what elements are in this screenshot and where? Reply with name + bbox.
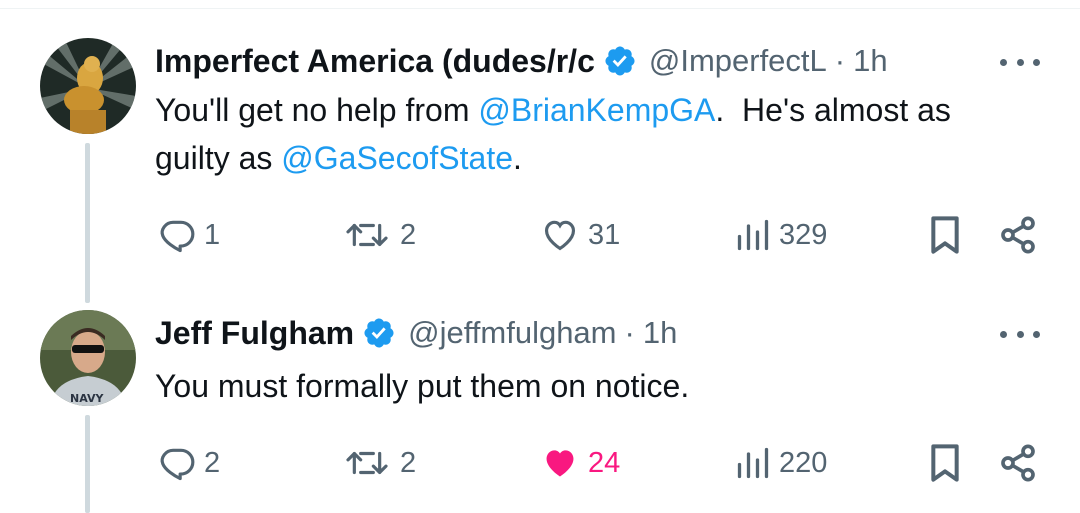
like-button[interactable]: 31: [540, 215, 620, 255]
reply-icon: [160, 448, 195, 481]
text-segment: . He's almost as: [715, 92, 951, 128]
tweet-1[interactable]: Imperfect America (dudes/r/c @ImperfectL…: [0, 0, 1080, 303]
like-button[interactable]: 24: [540, 443, 620, 483]
text-segment: .: [513, 140, 522, 176]
mention-link[interactable]: @GaSecofState: [281, 140, 513, 176]
tweet-text-line-1: You'll get no help from @BrianKempGA. He…: [155, 86, 951, 134]
timestamp[interactable]: 1h: [853, 43, 887, 79]
share-icon: [1001, 444, 1035, 482]
bookmark-icon: [931, 216, 959, 254]
display-name[interactable]: Jeff Fulgham: [155, 315, 354, 352]
reply-button[interactable]: 2: [158, 443, 220, 483]
avatar-shirt-text: NAVY: [70, 392, 104, 405]
share-button[interactable]: [998, 443, 1038, 483]
verified-icon[interactable]: [603, 44, 637, 78]
tweet-text-line-1: You must formally put them on notice.: [155, 362, 689, 410]
user-handle[interactable]: @jeffmfulgham: [408, 315, 616, 351]
display-name[interactable]: Imperfect America (dudes/r/c: [155, 43, 595, 80]
heart-icon: [544, 220, 576, 251]
like-count: 31: [588, 218, 621, 251]
analytics-icon: [737, 219, 769, 251]
verified-icon[interactable]: [362, 316, 396, 350]
more-options-icon[interactable]: [1000, 50, 1040, 74]
reply-count: 2: [204, 446, 221, 479]
repost-icon: [346, 223, 388, 247]
text-segment: guilty as: [155, 140, 282, 176]
avatar[interactable]: [40, 38, 136, 134]
text-segment: You must formally put them on notice.: [155, 368, 690, 404]
heart-filled-icon: [546, 450, 574, 477]
text-segment: You'll get no help from: [155, 92, 479, 128]
thread-line: [85, 143, 90, 303]
tweet-header: Imperfect America (dudes/r/c @ImperfectL…: [155, 36, 888, 86]
bookmark-button[interactable]: [928, 215, 962, 255]
bookmark-icon: [931, 444, 959, 482]
views-button[interactable]: 329: [735, 215, 827, 255]
tweet-2[interactable]: NAVY Jeff Fulgham @jeffmfulgham · 1h You…: [0, 300, 1080, 513]
reply-button[interactable]: 1: [158, 215, 220, 255]
tweet-text: You must formally put them on notice.: [155, 362, 689, 410]
thread-line: [85, 415, 90, 513]
avatar[interactable]: NAVY: [40, 310, 136, 406]
tweet-text: You'll get no help from @BrianKempGA. He…: [155, 86, 951, 182]
views-count: 329: [779, 218, 828, 251]
separator: ·: [624, 315, 635, 350]
user-handle[interactable]: @ImperfectL: [649, 43, 827, 79]
repost-count: 2: [400, 446, 417, 479]
reply-count: 1: [204, 218, 221, 251]
views-count: 220: [779, 446, 828, 479]
separator: ·: [834, 43, 846, 78]
tweet-header: Jeff Fulgham @jeffmfulgham · 1h: [155, 308, 677, 358]
repost-button[interactable]: 2: [342, 215, 416, 255]
analytics-icon: [737, 447, 769, 479]
share-icon: [1001, 216, 1035, 254]
repost-count: 2: [400, 218, 417, 251]
repost-button[interactable]: 2: [342, 443, 416, 483]
share-button[interactable]: [998, 215, 1038, 255]
timestamp[interactable]: 1h: [643, 315, 677, 351]
views-button[interactable]: 220: [735, 443, 827, 483]
repost-icon: [346, 451, 388, 475]
more-options-icon[interactable]: [1000, 322, 1040, 346]
bookmark-button[interactable]: [928, 443, 962, 483]
like-count: 24: [588, 446, 621, 479]
mention-link[interactable]: @BrianKempGA: [478, 92, 715, 128]
reply-icon: [160, 220, 195, 253]
tweet-text-line-2: guilty as @GaSecofState.: [155, 134, 951, 182]
